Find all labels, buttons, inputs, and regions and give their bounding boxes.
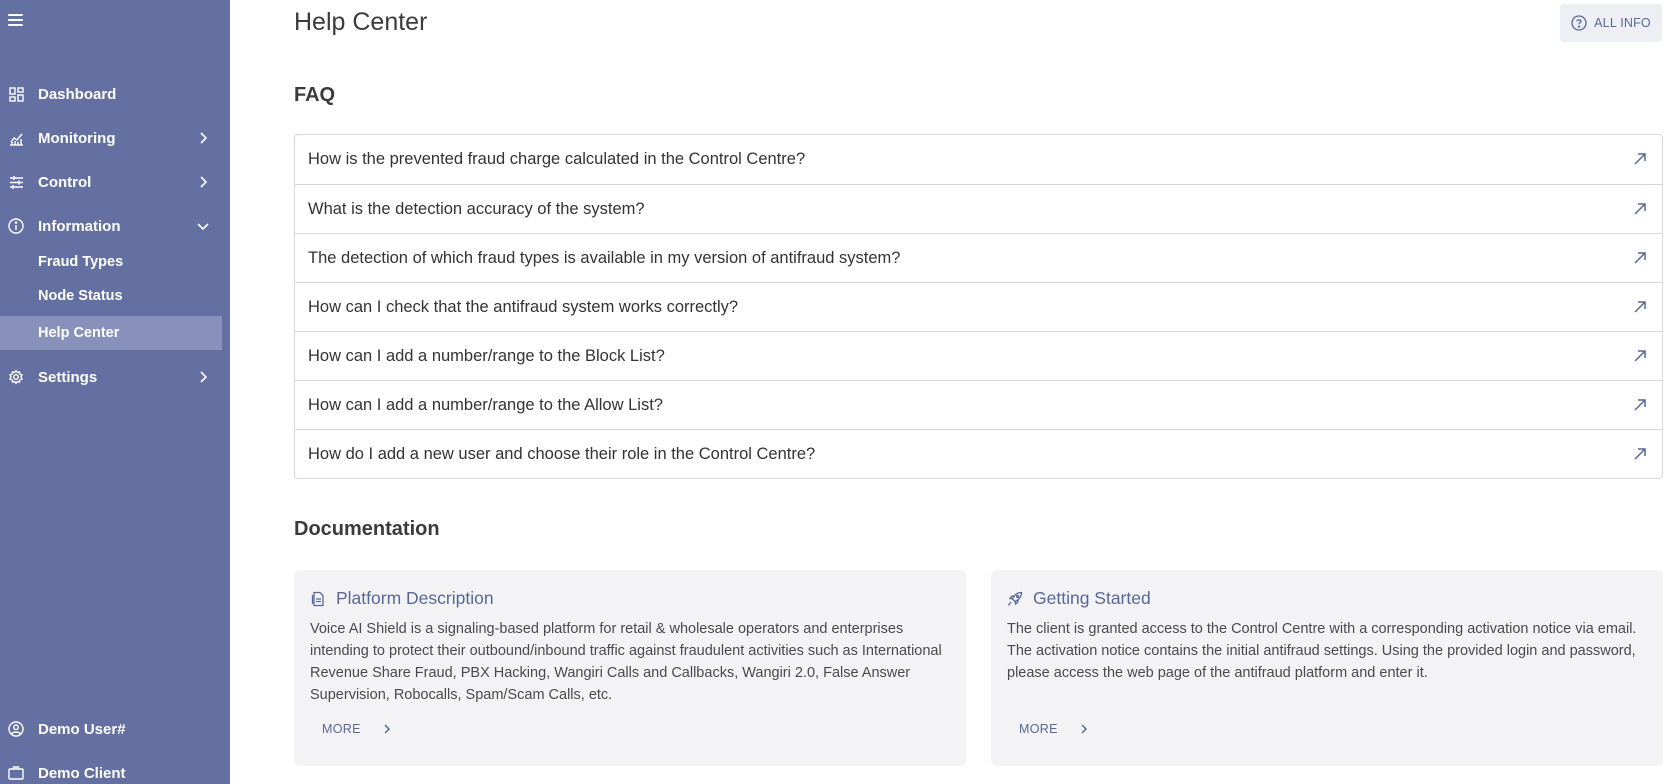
monitoring-icon [8,130,24,146]
user-icon [8,721,24,737]
more-label: MORE [322,722,361,736]
doc-card-getting-started: Getting Started The client is granted ac… [991,570,1663,766]
more-button[interactable]: MORE [322,722,393,736]
more-button[interactable]: MORE [1019,722,1090,736]
sidebar-item-settings[interactable]: Settings [0,359,222,395]
arrow-up-right-icon [1634,301,1646,313]
chevron-right-icon [200,132,208,144]
doc-card-title[interactable]: Platform Description [336,588,494,609]
sidebar-item-information[interactable]: Information [0,208,222,244]
sidebar-subitem-help-center[interactable]: Help Center [0,316,222,350]
dashboard-icon [8,86,24,102]
menu-icon[interactable] [8,14,24,30]
doc-card-platform-description: Platform Description Voice AI Shield is … [294,570,966,766]
faq-question: How can I add a number/range to the Allo… [308,395,663,414]
sidebar-subitem-label: Fraud Types [38,254,124,270]
arrow-up-right-icon [1634,252,1646,264]
all-info-button[interactable]: ALL INFO [1560,4,1662,42]
chevron-right-icon [200,176,208,188]
sidebar-item-dashboard[interactable]: Dashboard [0,76,222,112]
faq-title: FAQ [294,84,336,106]
document-icon [311,591,324,606]
faq-item[interactable]: How do I add a new user and choose their… [295,429,1662,478]
chevron-down-icon [197,223,209,231]
help-circle-icon [1571,15,1587,31]
sidebar-user[interactable]: Demo User# [0,711,222,747]
doc-card-body: Voice AI Shield is a signaling-based pla… [310,621,942,703]
sidebar: Dashboard Monitoring Control Information… [0,0,230,784]
documentation-title: Documentation [294,518,440,540]
faq-item[interactable]: How is the prevented fraud charge calcul… [295,135,1662,184]
client-name: Demo Client [38,764,126,782]
control-icon [8,174,24,190]
faq-question: How can I add a number/range to the Bloc… [308,346,665,365]
faq-item[interactable]: The detection of which fraud types is av… [295,233,1662,282]
sidebar-item-monitoring[interactable]: Monitoring [0,120,222,156]
chevron-right-icon [200,371,208,383]
faq-question: What is the detection accuracy of the sy… [308,199,645,218]
settings-icon [8,369,24,385]
sidebar-item-label: Information [38,217,121,235]
more-label: MORE [1019,722,1058,736]
faq-question: The detection of which fraud types is av… [308,248,901,267]
user-name: Demo User# [38,720,126,738]
sidebar-item-control[interactable]: Control [0,164,222,200]
arrow-up-right-icon [1634,153,1646,165]
sidebar-item-label: Dashboard [38,85,117,103]
faq-item[interactable]: How can I add a number/range to the Bloc… [295,331,1662,380]
all-info-label: ALL INFO [1594,16,1651,30]
chevron-right-icon [1081,724,1087,734]
sidebar-subitem-label: Help Center [38,325,120,341]
faq-question: How do I add a new user and choose their… [308,444,816,463]
doc-card-title[interactable]: Getting Started [1033,588,1151,609]
faq-item[interactable]: How can I check that the antifraud syste… [295,282,1662,331]
sidebar-item-label: Settings [38,368,98,386]
faq-question: How can I check that the antifraud syste… [308,297,739,316]
sidebar-subitem-node-status[interactable]: Node Status [0,279,222,313]
sidebar-client[interactable]: Demo Client [0,755,222,784]
faq-item[interactable]: How can I add a number/range to the Allo… [295,380,1662,429]
sidebar-subitem-label: Node Status [38,288,123,304]
info-icon [8,218,24,234]
arrow-up-right-icon [1634,399,1646,411]
briefcase-icon [8,765,24,781]
arrow-up-right-icon [1634,203,1646,215]
sidebar-subitem-fraud-types[interactable]: Fraud Types [0,245,222,279]
arrow-up-right-icon [1634,350,1646,362]
rocket-icon [1007,591,1023,606]
faq-list: How is the prevented fraud charge calcul… [294,134,1663,479]
sidebar-item-label: Control [38,173,92,191]
arrow-up-right-icon [1634,448,1646,460]
doc-card-body: The client is granted access to the Cont… [1007,621,1637,681]
faq-question: How is the prevented fraud charge calcul… [308,150,806,168]
faq-item[interactable]: What is the detection accuracy of the sy… [295,184,1662,233]
page-title: Help Center [294,8,428,36]
sidebar-item-label: Monitoring [38,129,116,147]
chevron-right-icon [384,724,390,734]
